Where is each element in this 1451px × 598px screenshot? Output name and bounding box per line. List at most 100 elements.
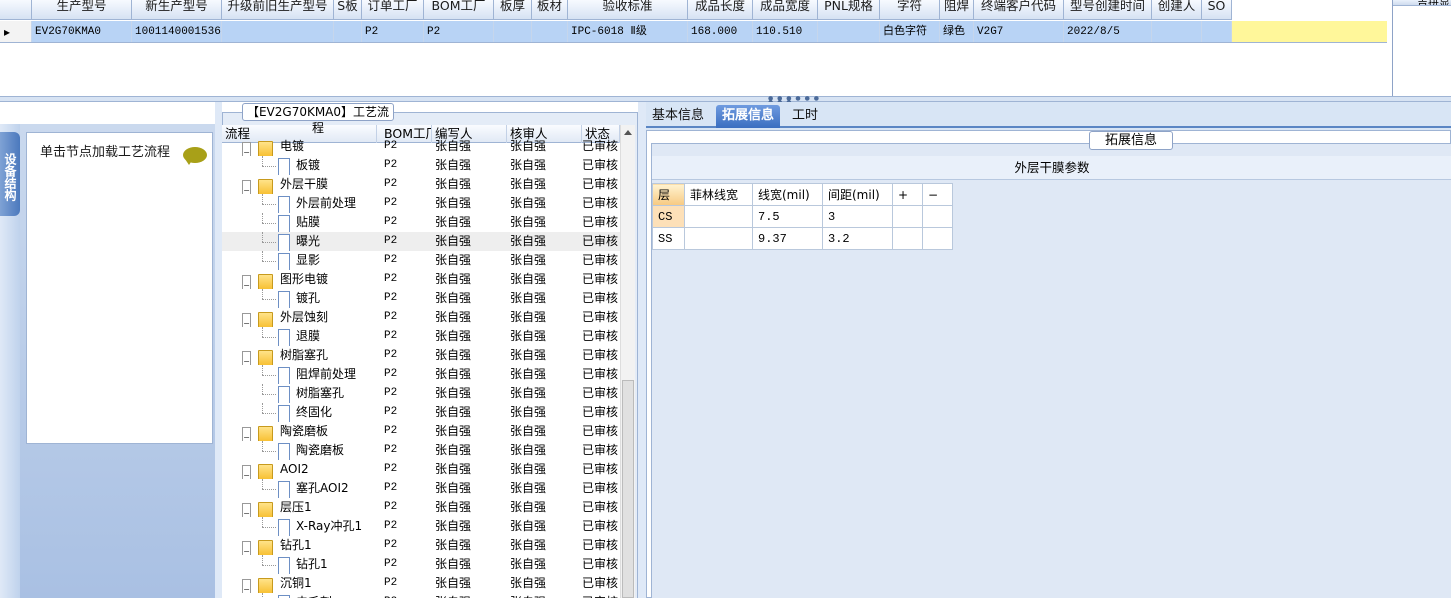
grid-col-header[interactable]: 成品宽度 — [753, 0, 818, 20]
flow-step-row[interactable]: 去毛刺P2张自强张自强已审核 — [222, 593, 620, 598]
row-indicator-icon[interactable]: ▸ — [0, 21, 32, 42]
grid-col-header[interactable]: 板厚 — [494, 0, 532, 20]
grid-cell[interactable]: IPC-6018 Ⅱ级 — [568, 21, 688, 42]
flow-group-row[interactable]: − 钻孔1 P2 张自强 张自强 已审核 — [222, 536, 620, 555]
grid-cell[interactable] — [532, 21, 568, 42]
grid-cell[interactable] — [222, 21, 334, 42]
grid-col-header[interactable]: 型号创建时间 — [1064, 0, 1152, 20]
flow-step-row[interactable]: 板镀 P2 张自强 张自强 已审核 — [222, 156, 620, 175]
param-cell[interactable] — [922, 205, 953, 228]
flow-step-row[interactable]: 显影 P2 张自强 张自强 已审核 — [222, 251, 620, 270]
collapse-toggle-icon[interactable]: − — [242, 313, 251, 327]
flow-group-row[interactable]: − 图形电镀 P2 张自强 张自强 已审核 — [222, 270, 620, 289]
grid-cell[interactable]: 10011400015367 — [132, 21, 222, 42]
grid-col-header[interactable]: 阻焊 — [940, 0, 974, 20]
product-grid-row[interactable]: ▸ EV2G70KMA0 10011400015367 P2 P2 IPC-6018 Ⅱ级… — [0, 21, 1387, 43]
tab-extended-info[interactable]: 拓展信息 — [716, 105, 781, 128]
collapse-toggle-icon[interactable]: − — [242, 503, 251, 517]
grid-col-header[interactable]: 升级前旧生产型号 — [222, 0, 334, 20]
grid-cell[interactable] — [1202, 21, 1232, 42]
flow-writer-cell: 张自强 — [435, 462, 472, 476]
grid-col-header[interactable]: 生产型号 — [32, 0, 132, 20]
flow-group-row[interactable]: − 外层蚀刻 P2 张自强 张自强 已审核 — [222, 308, 620, 327]
collapse-toggle-icon[interactable]: − — [242, 465, 251, 479]
collapse-toggle-icon[interactable]: − — [242, 579, 251, 593]
grid-col-header[interactable]: 终端客户代码 — [974, 0, 1064, 20]
flow-step-row[interactable]: 陶瓷磨板 P2 张自强 张自强 已审核 — [222, 441, 620, 460]
grid-col-header[interactable]: PNL规格 — [818, 0, 880, 20]
grid-cell[interactable]: 绿色 — [940, 21, 974, 42]
left-splitter[interactable] — [215, 102, 222, 598]
tab-equipment-structure[interactable]: 设备结构 — [0, 132, 20, 216]
grid-cell[interactable]: V2G7 — [974, 21, 1064, 42]
flow-step-row[interactable]: 外层前处理 P2 张自强 张自强 已审核 — [222, 194, 620, 213]
grid-cell[interactable]: P2 — [362, 21, 424, 42]
grid-col-header[interactable]: 验收标准 — [568, 0, 688, 20]
grid-col-header[interactable]: 创建人 — [1152, 0, 1202, 20]
param-cell[interactable]: 9.37 — [752, 227, 823, 250]
grid-cell[interactable]: P2 — [424, 21, 494, 42]
scroll-thumb[interactable] — [622, 380, 634, 598]
grid-cell[interactable] — [334, 21, 362, 42]
grid-cell[interactable]: 2022/8/5 — [1064, 21, 1152, 42]
tab-basic-info[interactable]: 基本信息 — [646, 105, 710, 128]
flow-group-row[interactable]: − AOI2 P2 张自强 张自强 已审核 — [222, 460, 620, 479]
collapse-toggle-icon[interactable]: − — [242, 180, 251, 194]
grid-cell[interactable] — [818, 21, 880, 42]
grid-cell[interactable]: 白色字符 — [880, 21, 940, 42]
flow-group-row[interactable]: − 电镀 P2 张自强 张自强 已审核 — [222, 137, 620, 156]
grid-col-header[interactable]: 订单工厂 — [362, 0, 424, 20]
flow-step-row[interactable]: 钻孔1 P2 张自强 张自强 已审核 — [222, 555, 620, 574]
layer-cell[interactable]: SS — [652, 227, 685, 250]
param-cell[interactable] — [684, 205, 753, 228]
flow-step-row[interactable]: 贴膜 P2 张自强 张自强 已审核 — [222, 213, 620, 232]
collapse-toggle-icon[interactable]: − — [242, 142, 251, 156]
collapse-toggle-icon[interactable]: − — [242, 351, 251, 365]
add-column-button[interactable]: + — [892, 183, 923, 206]
grid-cell[interactable]: EV2G70KMA0 — [32, 21, 132, 42]
grid-cell[interactable]: 168.000 — [688, 21, 753, 42]
param-cell[interactable] — [922, 227, 953, 250]
flow-step-row[interactable]: 退膜 P2 张自强 张自强 已审核 — [222, 327, 620, 346]
right-splitter[interactable] — [638, 102, 646, 598]
param-row[interactable]: CS 7.5 3 — [652, 205, 953, 228]
remove-column-button[interactable]: − — [922, 183, 953, 206]
grid-col-header[interactable]: S板 — [334, 0, 362, 20]
flow-group-row[interactable]: − 外层干膜 P2 张自强 张自强 已审核 — [222, 175, 620, 194]
flow-scrollbar[interactable] — [620, 125, 635, 598]
grid-cell[interactable]: 110.510 — [753, 21, 818, 42]
grid-col-header[interactable]: 成品长度 — [688, 0, 753, 20]
flow-step-row[interactable]: 终固化 P2 张自强 张自强 已审核 — [222, 403, 620, 422]
flow-group-row[interactable]: − 沉铜1 P2 张自强 张自强 已审核 — [222, 574, 620, 593]
tab-work-hours[interactable]: 工时 — [786, 105, 824, 128]
param-cell[interactable]: 7.5 — [752, 205, 823, 228]
flow-group-row[interactable]: − 陶瓷磨板 P2 张自强 张自强 已审核 — [222, 422, 620, 441]
param-cell[interactable] — [892, 205, 923, 228]
param-cell[interactable] — [892, 227, 923, 250]
collapse-toggle-icon[interactable]: − — [242, 541, 251, 555]
grid-cell[interactable] — [1152, 21, 1202, 42]
flow-group-row[interactable]: − 层压1 P2 张自强 张自强 已审核 — [222, 498, 620, 517]
param-cell[interactable]: 3 — [822, 205, 893, 228]
collapse-toggle-icon[interactable]: − — [242, 427, 251, 441]
grid-col-header[interactable]: BOM工厂 — [424, 0, 494, 20]
flow-step-row[interactable]: 镀孔 P2 张自强 张自强 已审核 — [222, 289, 620, 308]
equipment-tree-card[interactable]: 单击节点加载工艺流程 — [26, 132, 213, 444]
scroll-up-arrow-icon[interactable] — [624, 130, 632, 135]
grid-col-header[interactable]: SO — [1202, 0, 1232, 20]
collapse-toggle-icon[interactable]: − — [242, 275, 251, 289]
param-cell[interactable]: 3.2 — [822, 227, 893, 250]
grid-col-header[interactable]: 新生产型号 — [132, 0, 222, 20]
grid-col-header[interactable]: 板材 — [532, 0, 568, 20]
flow-step-row[interactable]: X-Ray冲孔1 P2 张自强 张自强 已审核 — [222, 517, 620, 536]
flow-group-row[interactable]: − 树脂塞孔 P2 张自强 张自强 已审核 — [222, 346, 620, 365]
layer-cell[interactable]: CS — [652, 205, 685, 228]
param-row[interactable]: SS 9.37 3.2 — [652, 227, 953, 250]
flow-step-row[interactable]: 阻焊前处理 P2 张自强 张自强 已审核 — [222, 365, 620, 384]
flow-step-row[interactable]: 曝光 P2 张自强 张自强 已审核 — [222, 232, 620, 251]
grid-cell[interactable] — [494, 21, 532, 42]
grid-col-header[interactable]: 字符 — [880, 0, 940, 20]
flow-step-row[interactable]: 树脂塞孔 P2 张自强 张自强 已审核 — [222, 384, 620, 403]
flow-step-row[interactable]: 塞孔AOI2 P2 张自强 张自强 已审核 — [222, 479, 620, 498]
param-cell[interactable] — [684, 227, 753, 250]
